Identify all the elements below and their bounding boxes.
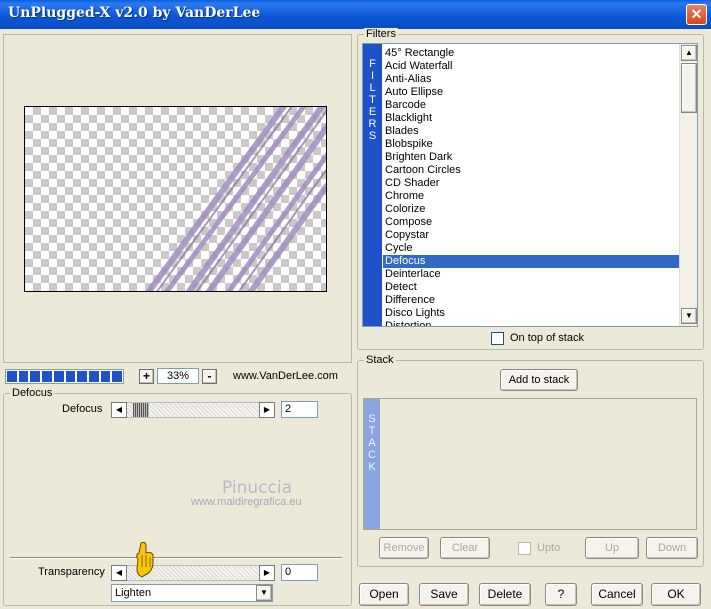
zoom-out-button[interactable]: -	[202, 369, 217, 384]
close-icon: ✕	[690, 6, 703, 22]
defocus-decrease-button[interactable]: ◀	[111, 402, 127, 418]
filter-item[interactable]: Anti-Alias	[383, 73, 682, 86]
dropdown-arrow-icon[interactable]: ▼	[256, 585, 272, 601]
watermark-url: www.maidiregrafica.eu	[191, 496, 302, 508]
filter-item[interactable]: Cycle	[383, 242, 682, 255]
ok-button[interactable]: OK	[651, 583, 701, 606]
progress-bar	[5, 369, 124, 384]
blend-mode-value: Lighten	[115, 587, 152, 599]
parameters-group-label: Defocus	[10, 387, 55, 399]
preview-image	[145, 107, 326, 291]
save-button[interactable]: Save	[419, 583, 469, 606]
blend-mode-select[interactable]: Lighten	[111, 584, 273, 602]
upto-label: Upto	[537, 542, 561, 554]
add-to-stack-button[interactable]: Add to stack	[500, 369, 578, 391]
clear-button[interactable]: Clear	[440, 537, 490, 559]
scroll-up-icon[interactable]: ▲	[681, 45, 697, 61]
stack-group-label: Stack	[364, 354, 396, 366]
preview-canvas[interactable]	[24, 106, 327, 292]
window-title: UnPlugged-X v2.0 by VanDerLee	[8, 5, 261, 21]
defocus-label: Defocus	[62, 403, 103, 415]
filters-strip: F I L T E R S	[363, 44, 382, 326]
transparency-decrease-button[interactable]: ◀	[111, 565, 127, 581]
filter-item[interactable]: Blobspike	[383, 138, 682, 151]
filter-item[interactable]: Acid Waterfall	[383, 60, 682, 73]
filter-item[interactable]: Chrome	[383, 190, 682, 203]
filters-list[interactable]: F I L T E R S 45° Rectangle Acid Waterfal…	[362, 43, 698, 327]
filter-item[interactable]: Auto Ellipse	[383, 86, 682, 99]
website-link[interactable]: www.VanDerLee.com	[233, 370, 338, 382]
remove-button[interactable]: Remove	[379, 537, 429, 559]
filter-item[interactable]: 45° Rectangle	[383, 47, 682, 60]
open-button[interactable]: Open	[359, 583, 409, 606]
filter-item[interactable]: Deinterlace	[383, 268, 682, 281]
delete-button[interactable]: Delete	[479, 583, 531, 606]
defocus-slider-thumb[interactable]	[133, 403, 149, 417]
zoom-level: 33%	[157, 368, 199, 384]
help-button[interactable]: ?	[545, 583, 577, 606]
filter-item[interactable]: Compose	[383, 216, 682, 229]
filters-group-label: Filters	[364, 28, 398, 40]
filter-item[interactable]: Barcode	[383, 99, 682, 112]
filter-item[interactable]: Difference	[383, 294, 682, 307]
on-top-checkbox[interactable]	[491, 332, 504, 345]
filter-item[interactable]: Blades	[383, 125, 682, 138]
upto-checkbox[interactable]	[518, 542, 531, 555]
zoom-in-button[interactable]: +	[139, 369, 154, 384]
defocus-increase-button[interactable]: ▶	[259, 402, 275, 418]
hand-cursor-icon	[131, 541, 157, 582]
filter-item[interactable]: Defocus	[383, 255, 682, 268]
transparency-label: Transparency	[38, 566, 105, 578]
filter-item[interactable]: Detect	[383, 281, 682, 294]
transparency-value-field[interactable]: 0	[281, 564, 318, 581]
filter-item[interactable]: Brighten Dark	[383, 151, 682, 164]
up-button[interactable]: Up	[585, 537, 639, 559]
scroll-down-icon[interactable]: ▼	[681, 308, 697, 324]
defocus-value-field[interactable]: 2	[281, 401, 318, 418]
filters-scrollbar[interactable]: ▲ ▼	[679, 44, 697, 326]
divider	[10, 557, 342, 559]
filter-item[interactable]: Disco Lights	[383, 307, 682, 320]
watermark-title: Pinuccia	[222, 478, 292, 498]
filter-item[interactable]: CD Shader	[383, 177, 682, 190]
filter-item[interactable]: Blacklight	[383, 112, 682, 125]
on-top-label: On top of stack	[510, 332, 584, 344]
transparency-increase-button[interactable]: ▶	[259, 565, 275, 581]
filter-item[interactable]: Distortion	[383, 320, 682, 326]
stack-list[interactable]	[363, 398, 697, 530]
close-button[interactable]: ✕	[686, 4, 707, 25]
scroll-thumb[interactable]	[681, 63, 697, 113]
down-button[interactable]: Down	[646, 537, 698, 559]
cancel-button[interactable]: Cancel	[591, 583, 643, 606]
stack-strip: S T A C K	[364, 399, 380, 529]
filter-item[interactable]: Copystar	[383, 229, 682, 242]
filter-item[interactable]: Colorize	[383, 203, 682, 216]
filter-item[interactable]: Cartoon Circles	[383, 164, 682, 177]
